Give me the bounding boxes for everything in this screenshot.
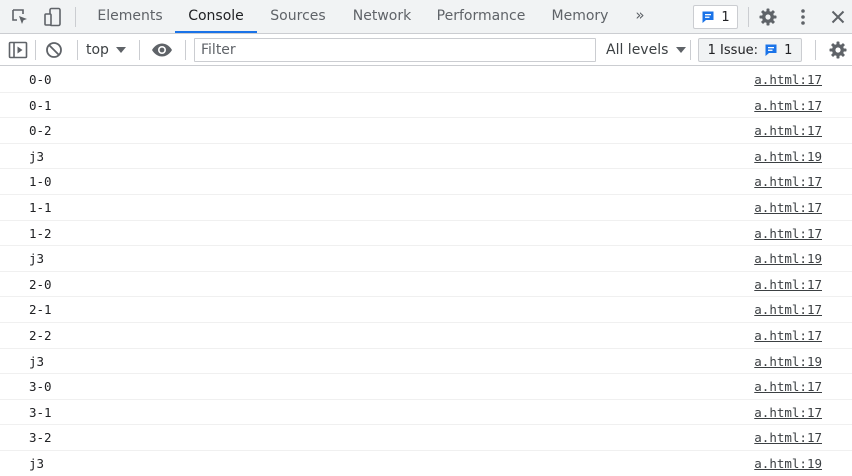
source-link[interactable]: a.html:17: [754, 374, 822, 399]
context-selector[interactable]: top: [86, 34, 126, 65]
tab-sources[interactable]: Sources: [260, 0, 336, 33]
devtools-tab-bar: Elements Console Sources Network Perform…: [0, 0, 852, 34]
console-message: 2-2 a.html:17: [0, 323, 852, 349]
messages-count: 1: [721, 9, 730, 25]
source-link[interactable]: a.html:17: [754, 221, 822, 246]
console-message: 3-2 a.html:17: [0, 425, 852, 451]
console-message: 3-1 a.html:17: [0, 400, 852, 426]
toolbar-divider: [815, 40, 816, 60]
console-message: 0-0 a.html:17: [0, 67, 852, 93]
inspect-element-icon[interactable]: [8, 0, 32, 33]
source-link[interactable]: a.html:17: [754, 425, 822, 450]
message-text: j3: [29, 455, 45, 471]
console-message: 2-1 a.html:17: [0, 297, 852, 323]
tab-console[interactable]: Console: [175, 0, 257, 33]
console-message: j3 a.html:19: [0, 451, 852, 476]
console-message: j3 a.html:19: [0, 144, 852, 170]
message-text: 2-0: [29, 276, 52, 292]
messages-icon: [701, 10, 715, 24]
console-toolbar: top All levels 1 Issue: 1: [0, 34, 852, 66]
source-link[interactable]: a.html:17: [754, 272, 822, 297]
console-message: 3-0 a.html:17: [0, 374, 852, 400]
eye-icon[interactable]: [150, 34, 174, 65]
more-tabs-button[interactable]: »: [630, 0, 650, 33]
source-link[interactable]: a.html:17: [754, 169, 822, 194]
show-sidebar-icon[interactable]: [7, 34, 29, 65]
caret-down-icon: [676, 46, 687, 53]
source-link[interactable]: a.html:19: [754, 246, 822, 271]
console-message: 1-0 a.html:17: [0, 169, 852, 195]
message-text: 0-2: [29, 123, 52, 139]
gear-icon[interactable]: [826, 34, 850, 65]
log-levels-selector[interactable]: All levels: [606, 34, 687, 65]
message-text: 2-1: [29, 302, 52, 318]
toolbar-divider: [75, 7, 76, 27]
console-message: 0-1 a.html:17: [0, 93, 852, 119]
issues-count: 1: [784, 42, 793, 58]
console-message: 1-2 a.html:17: [0, 221, 852, 247]
context-label: top: [86, 41, 109, 58]
console-messages: 0-0 a.html:17 0-1 a.html:17 0-2 a.html:1…: [0, 67, 852, 476]
caret-down-icon: [115, 46, 126, 53]
toolbar-divider: [139, 40, 140, 60]
message-text: 3-1: [29, 404, 52, 420]
source-link[interactable]: a.html:17: [754, 118, 822, 143]
source-link[interactable]: a.html:19: [754, 451, 822, 476]
message-text: 3-0: [29, 379, 52, 395]
vertical-dots-icon[interactable]: [792, 0, 814, 33]
console-message: 1-1 a.html:17: [0, 195, 852, 221]
toolbar-divider: [185, 40, 186, 60]
levels-label: All levels: [606, 41, 669, 58]
console-message: j3 a.html:19: [0, 349, 852, 375]
issues-label: 1 Issue:: [707, 42, 759, 58]
message-text: j3: [29, 251, 45, 267]
messages-icon: [764, 43, 778, 57]
message-text: 0-1: [29, 97, 52, 113]
message-text: 1-1: [29, 199, 52, 215]
source-link[interactable]: a.html:17: [754, 93, 822, 118]
toolbar-divider: [35, 40, 36, 60]
tab-network[interactable]: Network: [341, 0, 423, 33]
source-link[interactable]: a.html:17: [754, 195, 822, 220]
message-text: 1-0: [29, 174, 52, 190]
tab-performance[interactable]: Performance: [427, 0, 535, 33]
toolbar-divider: [77, 40, 78, 60]
filter-input[interactable]: [194, 38, 596, 62]
source-link[interactable]: a.html:17: [754, 67, 822, 92]
device-toolbar-icon[interactable]: [41, 0, 65, 33]
source-link[interactable]: a.html:17: [754, 297, 822, 322]
console-message: j3 a.html:19: [0, 246, 852, 272]
toolbar-divider: [690, 40, 691, 60]
message-text: 2-2: [29, 327, 52, 343]
close-icon[interactable]: [827, 0, 849, 33]
message-text: 0-0: [29, 72, 52, 87]
issues-button[interactable]: 1 Issue: 1: [698, 38, 802, 62]
console-message: 2-0 a.html:17: [0, 272, 852, 298]
toolbar-divider: [748, 7, 749, 27]
message-text: 1-2: [29, 225, 52, 241]
gear-icon[interactable]: [756, 0, 780, 33]
source-link[interactable]: a.html:17: [754, 323, 822, 348]
message-text: j3: [29, 148, 45, 164]
source-link[interactable]: a.html:19: [754, 349, 822, 374]
source-link[interactable]: a.html:17: [754, 400, 822, 425]
message-text: 3-2: [29, 430, 52, 446]
messages-button[interactable]: 1: [693, 5, 738, 29]
tab-elements[interactable]: Elements: [88, 0, 172, 33]
message-text: j3: [29, 353, 45, 369]
console-message: 0-2 a.html:17: [0, 118, 852, 144]
source-link[interactable]: a.html:19: [754, 144, 822, 169]
tab-memory[interactable]: Memory: [542, 0, 618, 33]
clear-console-icon[interactable]: [43, 34, 65, 65]
